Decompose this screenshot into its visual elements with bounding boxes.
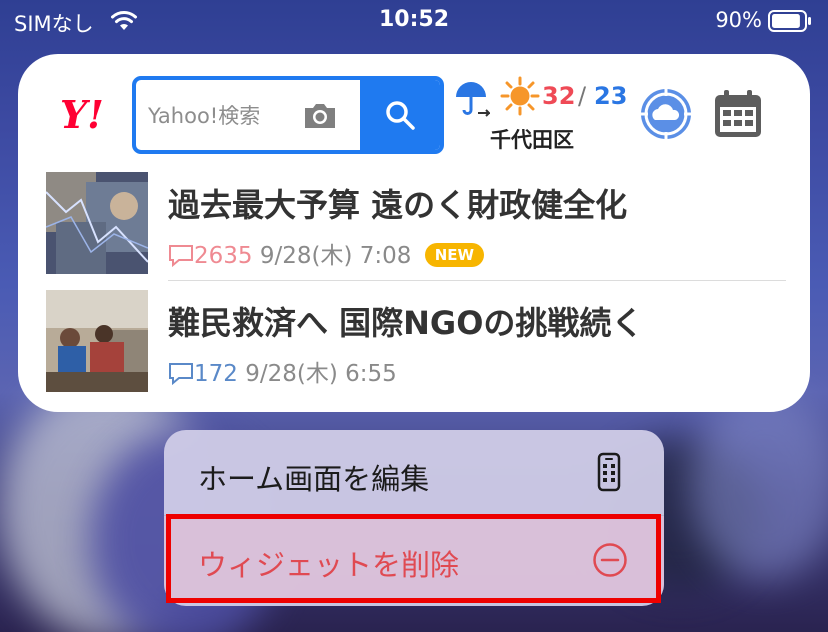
- svg-text:Y!: Y!: [60, 94, 104, 134]
- weather-location: 千代田区: [490, 128, 574, 152]
- news-item[interactable]: 難民救済へ 国際NGOの挑戦続く 172 9/28(木) 6:55: [46, 290, 786, 392]
- search-input[interactable]: Yahoo!検索: [136, 80, 362, 150]
- comment-icon: [169, 363, 193, 385]
- clock: 10:52: [378, 7, 450, 32]
- new-badge: NEW: [424, 243, 485, 267]
- yahoo-widget[interactable]: Y! Yahoo!検索 32 / 23 千代田区 過去最大予算 遠のく財政健全化…: [18, 54, 810, 412]
- battery-percentage: 90%: [715, 8, 762, 32]
- temperature-separator: /: [578, 82, 587, 110]
- news-title: 難民救済へ 国際NGOの挑戦続く: [168, 304, 644, 342]
- edit-home-screen-button[interactable]: ホーム画面を編集: [164, 430, 664, 516]
- weather-radar-icon[interactable]: [638, 86, 694, 142]
- search-icon: [386, 101, 415, 130]
- search-button[interactable]: [360, 80, 440, 150]
- news-item[interactable]: 過去最大予算 遠のく財政健全化 2635 9/28(木) 7:08 NEW: [46, 172, 786, 274]
- comment-count: 2635: [194, 243, 253, 269]
- comment-count: 172: [194, 361, 238, 387]
- umbrella-icon: [456, 82, 490, 117]
- search-box[interactable]: Yahoo!検索: [132, 76, 444, 154]
- news-title: 過去最大予算 遠のく財政健全化: [168, 186, 628, 224]
- status-bar: SIMなし 10:52 90%: [0, 0, 828, 44]
- battery-icon: [768, 10, 811, 32]
- phone-icon: [597, 452, 621, 492]
- temperature-low: 23: [594, 82, 628, 110]
- yahoo-logo: Y!: [60, 94, 104, 134]
- calendar-icon[interactable]: [712, 88, 764, 140]
- menu-item-label: ホーム画面を編集: [198, 462, 430, 496]
- news-date: 9/28(木) 7:08: [259, 243, 412, 269]
- weather-block[interactable]: 32 / 23 千代田区: [454, 76, 632, 156]
- temperature-high: 32: [542, 82, 576, 110]
- background-blur: [690, 390, 828, 580]
- selection-highlight: [166, 514, 661, 603]
- news-date: 9/28(木) 6:55: [245, 361, 397, 387]
- camera-icon[interactable]: [302, 100, 338, 130]
- news-thumbnail: [46, 290, 148, 392]
- news-meta: 172 9/28(木) 6:55: [168, 354, 397, 387]
- news-meta: 2635 9/28(木) 7:08 NEW: [168, 236, 485, 269]
- divider: [168, 280, 786, 281]
- search-placeholder: Yahoo!検索: [148, 104, 261, 128]
- comment-icon: [169, 245, 193, 267]
- news-thumbnail: [46, 172, 148, 274]
- sun-icon: [500, 76, 540, 116]
